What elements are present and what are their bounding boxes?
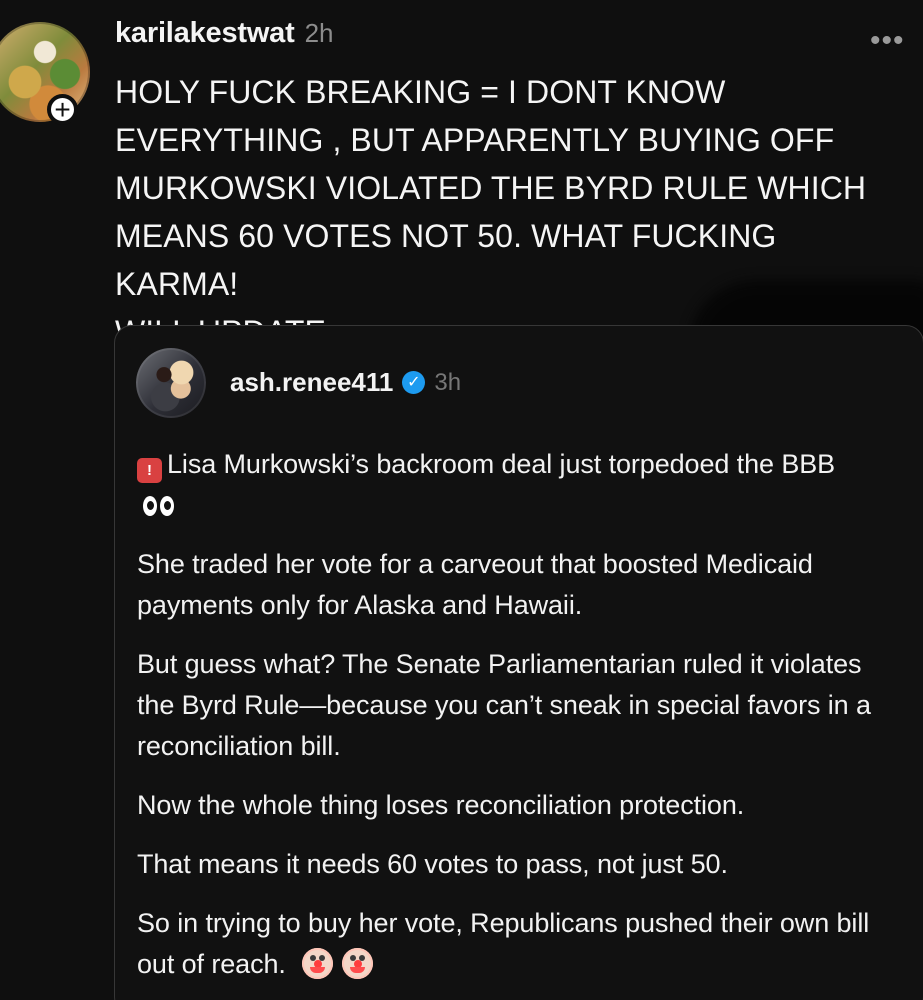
threads-post: + karilakestwat 2h ••• HOLY FUCK BREAKIN… <box>0 0 923 1000</box>
quoted-post-header: ash.renee411 ✓ 3h <box>230 367 461 398</box>
quoted-author-avatar[interactable] <box>136 348 206 418</box>
verified-icon: ✓ <box>402 371 426 394</box>
eyes-icon <box>142 496 176 518</box>
quote-paragraph-5: That means it needs 60 votes to pass, no… <box>137 849 728 879</box>
author-avatar-area[interactable]: + <box>0 10 92 125</box>
quoted-post-time: 3h <box>434 368 462 396</box>
quote-paragraph-2: She traded her vote for a carveout that … <box>137 549 813 620</box>
post-text: HOLY FUCK BREAKING = I DONT KNOW EVERYTH… <box>115 74 867 350</box>
quote-paragraph-1-text: Lisa Murkowski’s backroom deal just torp… <box>167 449 836 479</box>
quote-paragraph-1: ! Lisa Murkowski’s backroom deal just tor… <box>137 444 877 526</box>
quote-paragraph-4: Now the whole thing loses reconciliation… <box>137 790 745 820</box>
quote-paragraph-6: So in trying to buy her vote, Republican… <box>137 903 877 985</box>
quoted-post-body: ! Lisa Murkowski’s backroom deal just tor… <box>137 444 877 1000</box>
clown-icon <box>302 948 334 979</box>
siren-icon: ! <box>137 458 162 483</box>
post-time: 2h <box>304 18 334 48</box>
clown-icon <box>342 948 374 979</box>
quote-paragraph-3: But guess what? The Senate Parliamentari… <box>137 649 871 761</box>
follow-plus-icon[interactable]: + <box>47 94 78 125</box>
post-header: karilakestwat 2h <box>115 17 334 50</box>
quoted-author-username[interactable]: ash.renee411 <box>230 367 393 398</box>
quote-paragraph-6-text: So in trying to buy her vote, Republican… <box>137 908 870 979</box>
author-username[interactable]: karilakestwat <box>115 17 295 50</box>
more-icon[interactable]: ••• <box>870 24 905 58</box>
